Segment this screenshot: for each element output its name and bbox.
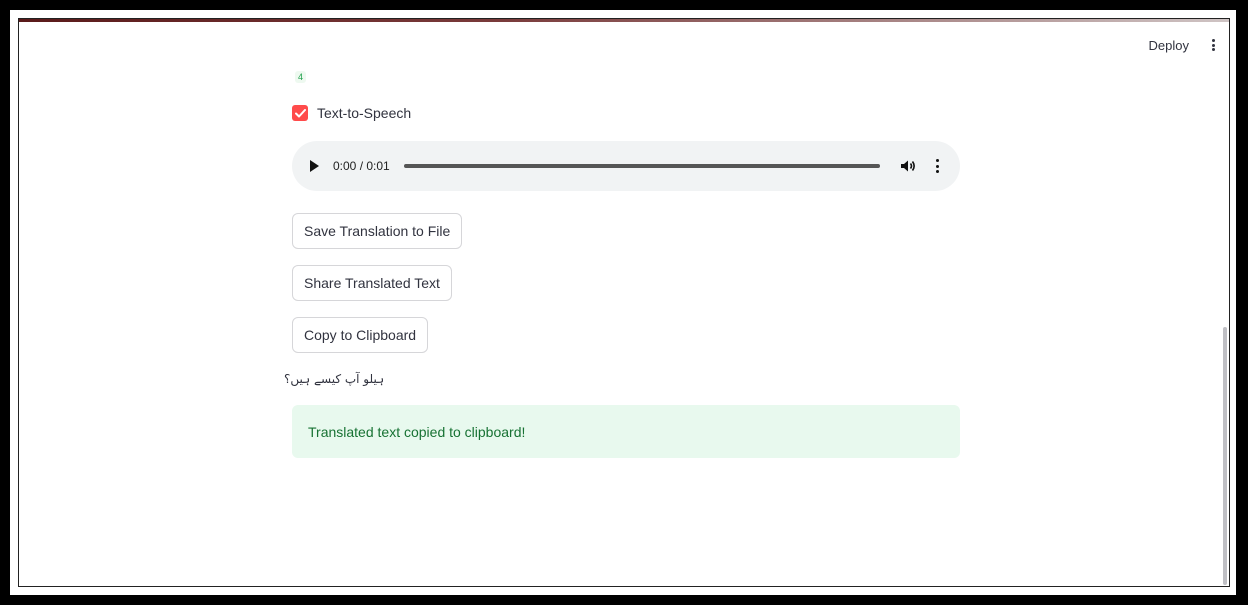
tts-checkbox-label: Text-to-Speech	[317, 105, 412, 121]
checkbox-checked-icon[interactable]	[292, 105, 308, 121]
success-alert: Translated text copied to clipboard!	[292, 405, 960, 458]
kebab-menu-icon[interactable]	[1207, 37, 1219, 53]
more-options-icon[interactable]	[934, 159, 940, 173]
save-translation-button[interactable]: Save Translation to File	[292, 213, 463, 249]
play-icon[interactable]	[310, 160, 319, 172]
copy-to-clipboard-button[interactable]: Copy to Clipboard	[292, 317, 429, 353]
app-window: Deploy 4 Text-to-Speech 0:00 / 0:01 Save…	[18, 18, 1230, 587]
share-translated-text-button[interactable]: Share Translated Text	[292, 265, 452, 301]
success-message: Translated text copied to clipboard!	[308, 423, 526, 440]
volume-icon[interactable]	[900, 159, 916, 173]
app-header: Deploy	[1149, 37, 1219, 53]
translated-text: ہیلو آپ کیسے ہیں؟	[284, 372, 385, 386]
audio-time: 0:00 / 0:01	[333, 159, 390, 173]
number-badge: 4	[295, 71, 307, 83]
audio-player: 0:00 / 0:01	[292, 141, 960, 191]
vertical-scrollbar[interactable]	[1223, 327, 1227, 585]
deploy-button[interactable]: Deploy	[1149, 38, 1189, 53]
screenshot-frame: Deploy 4 Text-to-Speech 0:00 / 0:01 Save…	[0, 0, 1248, 605]
top-accent-bar	[19, 19, 1229, 22]
tts-checkbox-row[interactable]: Text-to-Speech	[292, 105, 411, 121]
audio-seek-bar[interactable]	[403, 164, 880, 168]
